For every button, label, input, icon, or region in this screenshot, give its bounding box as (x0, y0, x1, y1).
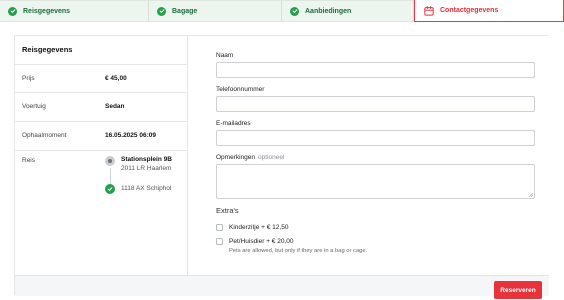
step-reisgegevens[interactable]: Reisgegevens (0, 0, 149, 22)
remarks-wrapper (216, 164, 535, 199)
price-value: € 45,00 (105, 75, 127, 82)
child-seat-label: Kinderzitje + € 12,50 (229, 224, 289, 231)
route-connector (109, 168, 111, 183)
pickup-label: Ophaalmoment (22, 132, 67, 139)
summary-title: Reisgegevens (15, 36, 187, 65)
origin-city: 2011 LR Haarlem (121, 165, 172, 172)
origin-pin-icon (105, 156, 115, 166)
step-label: Contactgegevens (440, 7, 499, 14)
check-circle-icon (8, 6, 17, 16)
remarks-label-text: Opmerkingen (216, 154, 256, 161)
remarks-label: Opmerkingen optioneel (216, 154, 284, 161)
email-label: E-mailadres (216, 120, 251, 127)
pet-checkbox[interactable] (216, 238, 223, 245)
origin-address: Stationsplein 9B 2011 LR Haarlem (121, 156, 172, 172)
step-contactgegevens[interactable]: Contactgegevens (414, 0, 564, 22)
extra-option-child-seat[interactable]: Kinderzitje + € 12,50 (216, 224, 288, 231)
vehicle-label: Voertuig (22, 103, 46, 110)
extras-title: Extra's (216, 206, 239, 215)
extra-option-pet[interactable]: Pet/Huisdier + € 20,00 Pets are allowed,… (216, 238, 367, 254)
pickup-value: 16.05.2025 06:09 (105, 132, 156, 139)
step-bagage[interactable]: Bagage (149, 0, 282, 22)
remarks-textarea[interactable] (216, 164, 535, 199)
summary-row-vehicle: Voertuig Sedan (15, 93, 187, 122)
resize-grip-icon[interactable] (528, 192, 533, 197)
step-label: Reisgegevens (23, 7, 71, 15)
calendar-icon (424, 5, 434, 16)
name-label: Naam (216, 52, 234, 59)
name-input[interactable] (216, 62, 535, 78)
pet-label: Pet/Huisdier + € 20,00 (229, 238, 294, 245)
destination-check-icon (105, 184, 115, 194)
summary-row-price: Prijs € 45,00 (15, 65, 187, 93)
phone-input[interactable] (216, 96, 535, 112)
summary-row-pickup: Ophaalmoment 16.05.2025 06:09 (15, 122, 187, 151)
step-aanbiedingen[interactable]: Aanbiedingen (282, 0, 414, 22)
checkout-stepper: Reisgegevens Bagage Aanbiedingen Contact… (0, 0, 564, 22)
step-label: Aanbiedingen (305, 7, 352, 15)
remarks-optional-hint: optioneel (258, 154, 285, 161)
trip-label: Reis (22, 157, 36, 164)
booking-card: Reisgegevens Prijs € 45,00 Voertuig Seda… (14, 35, 549, 299)
phone-label: Telefoonnummer (216, 86, 265, 93)
destination-address: 1118 AX Schiphol (121, 185, 172, 192)
check-circle-icon (157, 6, 166, 16)
pet-hint: Pets are allowed, but only if they are i… (229, 248, 368, 254)
email-input[interactable] (216, 130, 535, 146)
step-label: Bagage (172, 7, 198, 15)
reserve-button[interactable]: Reserveren (494, 281, 542, 299)
trip-summary-panel: Reisgegevens Prijs € 45,00 Voertuig Seda… (15, 36, 188, 275)
origin-street: Stationsplein 9B (121, 156, 172, 163)
child-seat-checkbox[interactable] (216, 224, 223, 231)
check-circle-icon (290, 6, 299, 16)
summary-row-trip: Reis Stationsplein 9B 2011 LR Haarlem 11… (15, 151, 187, 274)
card-footer: Reserveren (15, 275, 549, 299)
vehicle-value: Sedan (105, 103, 125, 110)
price-label: Prijs (22, 75, 35, 82)
